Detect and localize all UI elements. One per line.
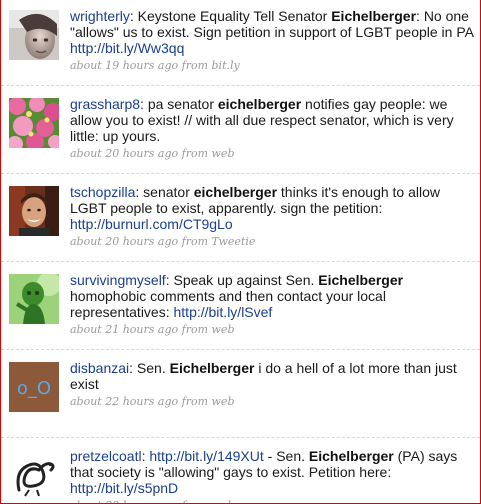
search-keyword-highlight: eichelberger [217,96,302,112]
tweet-item: survivingmyself: Speak up against Sen. E… [1,262,480,350]
tweet-timestamp[interactable]: about 20 hours ago [70,147,178,160]
tweet-text: representatives: [70,304,174,320]
tweet-text: allow you to exist! // with all due resp… [70,112,454,128]
tweet-meta: about 22 hours ago from web [70,394,480,409]
tweet-source: from web [181,147,235,160]
timeline-frame: wrighterly: Keystone Equality Tell Senat… [0,0,481,504]
tweet-text: homophobic comments and then contact you… [70,288,386,304]
tweet-body: survivingmyself: Speak up against Sen. E… [70,272,480,337]
tweet-timestamp[interactable]: about 19 hours ago [70,59,178,72]
tweet-body: wrighterly: Keystone Equality Tell Senat… [70,8,480,73]
tweet-body: pretzelcoatl: http://bit.ly/149XUt - Sen… [70,448,480,503]
tweet-text: : Speak up against Sen. [165,272,319,288]
avatar-photo-child-icon[interactable] [9,10,59,60]
tweet-text-line: allow you to exist! // with all due resp… [70,112,480,128]
url-link[interactable]: http://burnurl.com/CT9gLo [70,216,233,232]
tweet-text-line: that society is "allowing" gays to exist… [70,464,480,480]
tweet-text-line: LGBT people to exist, apparently. sign t… [70,200,480,216]
tweet-text: little: up yours. [70,128,161,144]
url-link[interactable]: http://bit.ly/lSvef [174,304,273,320]
tweet-text-line: pretzelcoatl: http://bit.ly/149XUt - Sen… [70,448,480,464]
tweet-text-line: grassharp8: pa senator eichelberger noti… [70,96,480,112]
url-link[interactable]: http://bit.ly/s5pnD [70,480,178,496]
tweet-meta: about 20 hours ago from Tweetie [70,234,480,249]
tweet-body: disbanzai: Sen. Eichelberger i do a hell… [70,360,480,409]
avatar-pretzel-serpent-icon[interactable] [9,450,59,500]
tweet-text-line: tschopzilla: senator eichelberger thinks… [70,184,480,200]
tweet-body: grassharp8: pa senator eichelberger noti… [70,96,480,161]
tweet-timestamp[interactable]: about 20 hours ago [70,235,178,248]
url-link[interactable]: http://bit.ly/149XUt [149,448,263,464]
avatar-photo-man-icon[interactable] [9,186,59,236]
tweet-text: i do a hell of a lot more than just [254,360,457,376]
avatar-pink-flowers-icon[interactable] [9,98,59,148]
tweet-text: : No one [416,8,469,24]
tweet-text-line: http://bit.ly/s5pnD [70,480,480,496]
tweet-meta: about 22 hours ago from web [70,498,480,503]
username-link[interactable]: survivingmyself [70,272,166,288]
avatar-green-figure-icon[interactable] [9,274,59,324]
tweet-timeline: wrighterly: Keystone Equality Tell Senat… [1,0,480,503]
tweet-text: that society is "allowing" gays to exist… [70,464,392,480]
tweet-source: from web [181,395,235,408]
tweet-text: "allows" us to exist. Sign petition in s… [70,24,474,40]
tweet-text-line: survivingmyself: Speak up against Sen. E… [70,272,480,288]
tweet-text: - Sen. [263,448,309,464]
tweet-source: from web [182,499,235,503]
tweet-text-line: homophobic comments and then contact you… [70,288,480,304]
username-link[interactable]: grassharp8 [70,96,140,112]
tweet-item: pretzelcoatl: http://bit.ly/149XUt - Sen… [1,438,480,503]
tweet-item: wrighterly: Keystone Equality Tell Senat… [1,0,480,86]
url-link[interactable]: http://bit.ly/Ww3qq [70,40,184,56]
tweet-text: : senator [135,184,194,200]
tweet-text-line: wrighterly: Keystone Equality Tell Senat… [70,8,480,24]
tweet-text-line: http://burnurl.com/CT9gLo [70,216,480,232]
tweet-text-line: representatives: http://bit.ly/lSvef [70,304,480,320]
tweet-body: tschopzilla: senator eichelberger thinks… [70,184,480,249]
search-keyword-highlight: Eichelberger [331,8,417,24]
tweet-text-line: disbanzai: Sen. Eichelberger i do a hell… [70,360,480,376]
tweet-timestamp[interactable]: about 22 hours ago [70,395,178,408]
tweet-text-line: http://bit.ly/Ww3qq [70,40,480,56]
tweet-meta: about 20 hours ago from web [70,146,480,161]
tweet-text: (PA) says [393,448,458,464]
tweet-text: : pa senator [140,96,218,112]
search-keyword-highlight: eichelberger [193,184,278,200]
search-keyword-highlight: Eichelberger [169,360,255,376]
tweet-meta: about 19 hours ago from bit.ly [70,58,480,73]
tweet-text-line: little: up yours. [70,128,480,144]
tweet-timestamp[interactable]: about 21 hours ago [70,323,178,336]
username-link[interactable]: disbanzai [70,360,129,376]
search-keyword-highlight: Eichelberger [318,272,404,288]
tweet-text: exist [70,376,99,392]
tweet-item: tschopzilla: senator eichelberger thinks… [1,174,480,262]
tweet-timestamp[interactable]: about 22 hours ago [70,499,178,503]
username-link[interactable]: pretzelcoatl [70,448,142,464]
tweet-item: o_O disbanzai: Sen. Eichelberger i do a h… [1,350,480,438]
tweet-source: from web [181,323,235,336]
svg-text:o_O: o_O [17,378,51,399]
tweet-text: thinks it's enough to allow [277,184,441,200]
avatar-o-underscore-o-icon[interactable]: o_O [9,362,59,412]
username-link[interactable]: wrighterly [70,8,130,24]
username-link[interactable]: tschopzilla [70,184,135,200]
tweet-text-line: "allows" us to exist. Sign petition in s… [70,24,480,40]
tweet-item: grassharp8: pa senator eichelberger noti… [1,86,480,174]
tweet-text: notifies gay people: we [301,96,448,112]
tweet-text-line: exist [70,376,480,392]
tweet-text: : Sen. [129,360,170,376]
search-keyword-highlight: Eichelberger [308,448,394,464]
tweet-source: from bit.ly [181,59,240,72]
tweet-source: from Tweetie [181,235,256,248]
tweet-meta: about 21 hours ago from web [70,322,480,337]
tweet-text: LGBT people to exist, apparently. sign t… [70,200,383,216]
tweet-text: : Keystone Equality Tell Senator [129,8,332,24]
